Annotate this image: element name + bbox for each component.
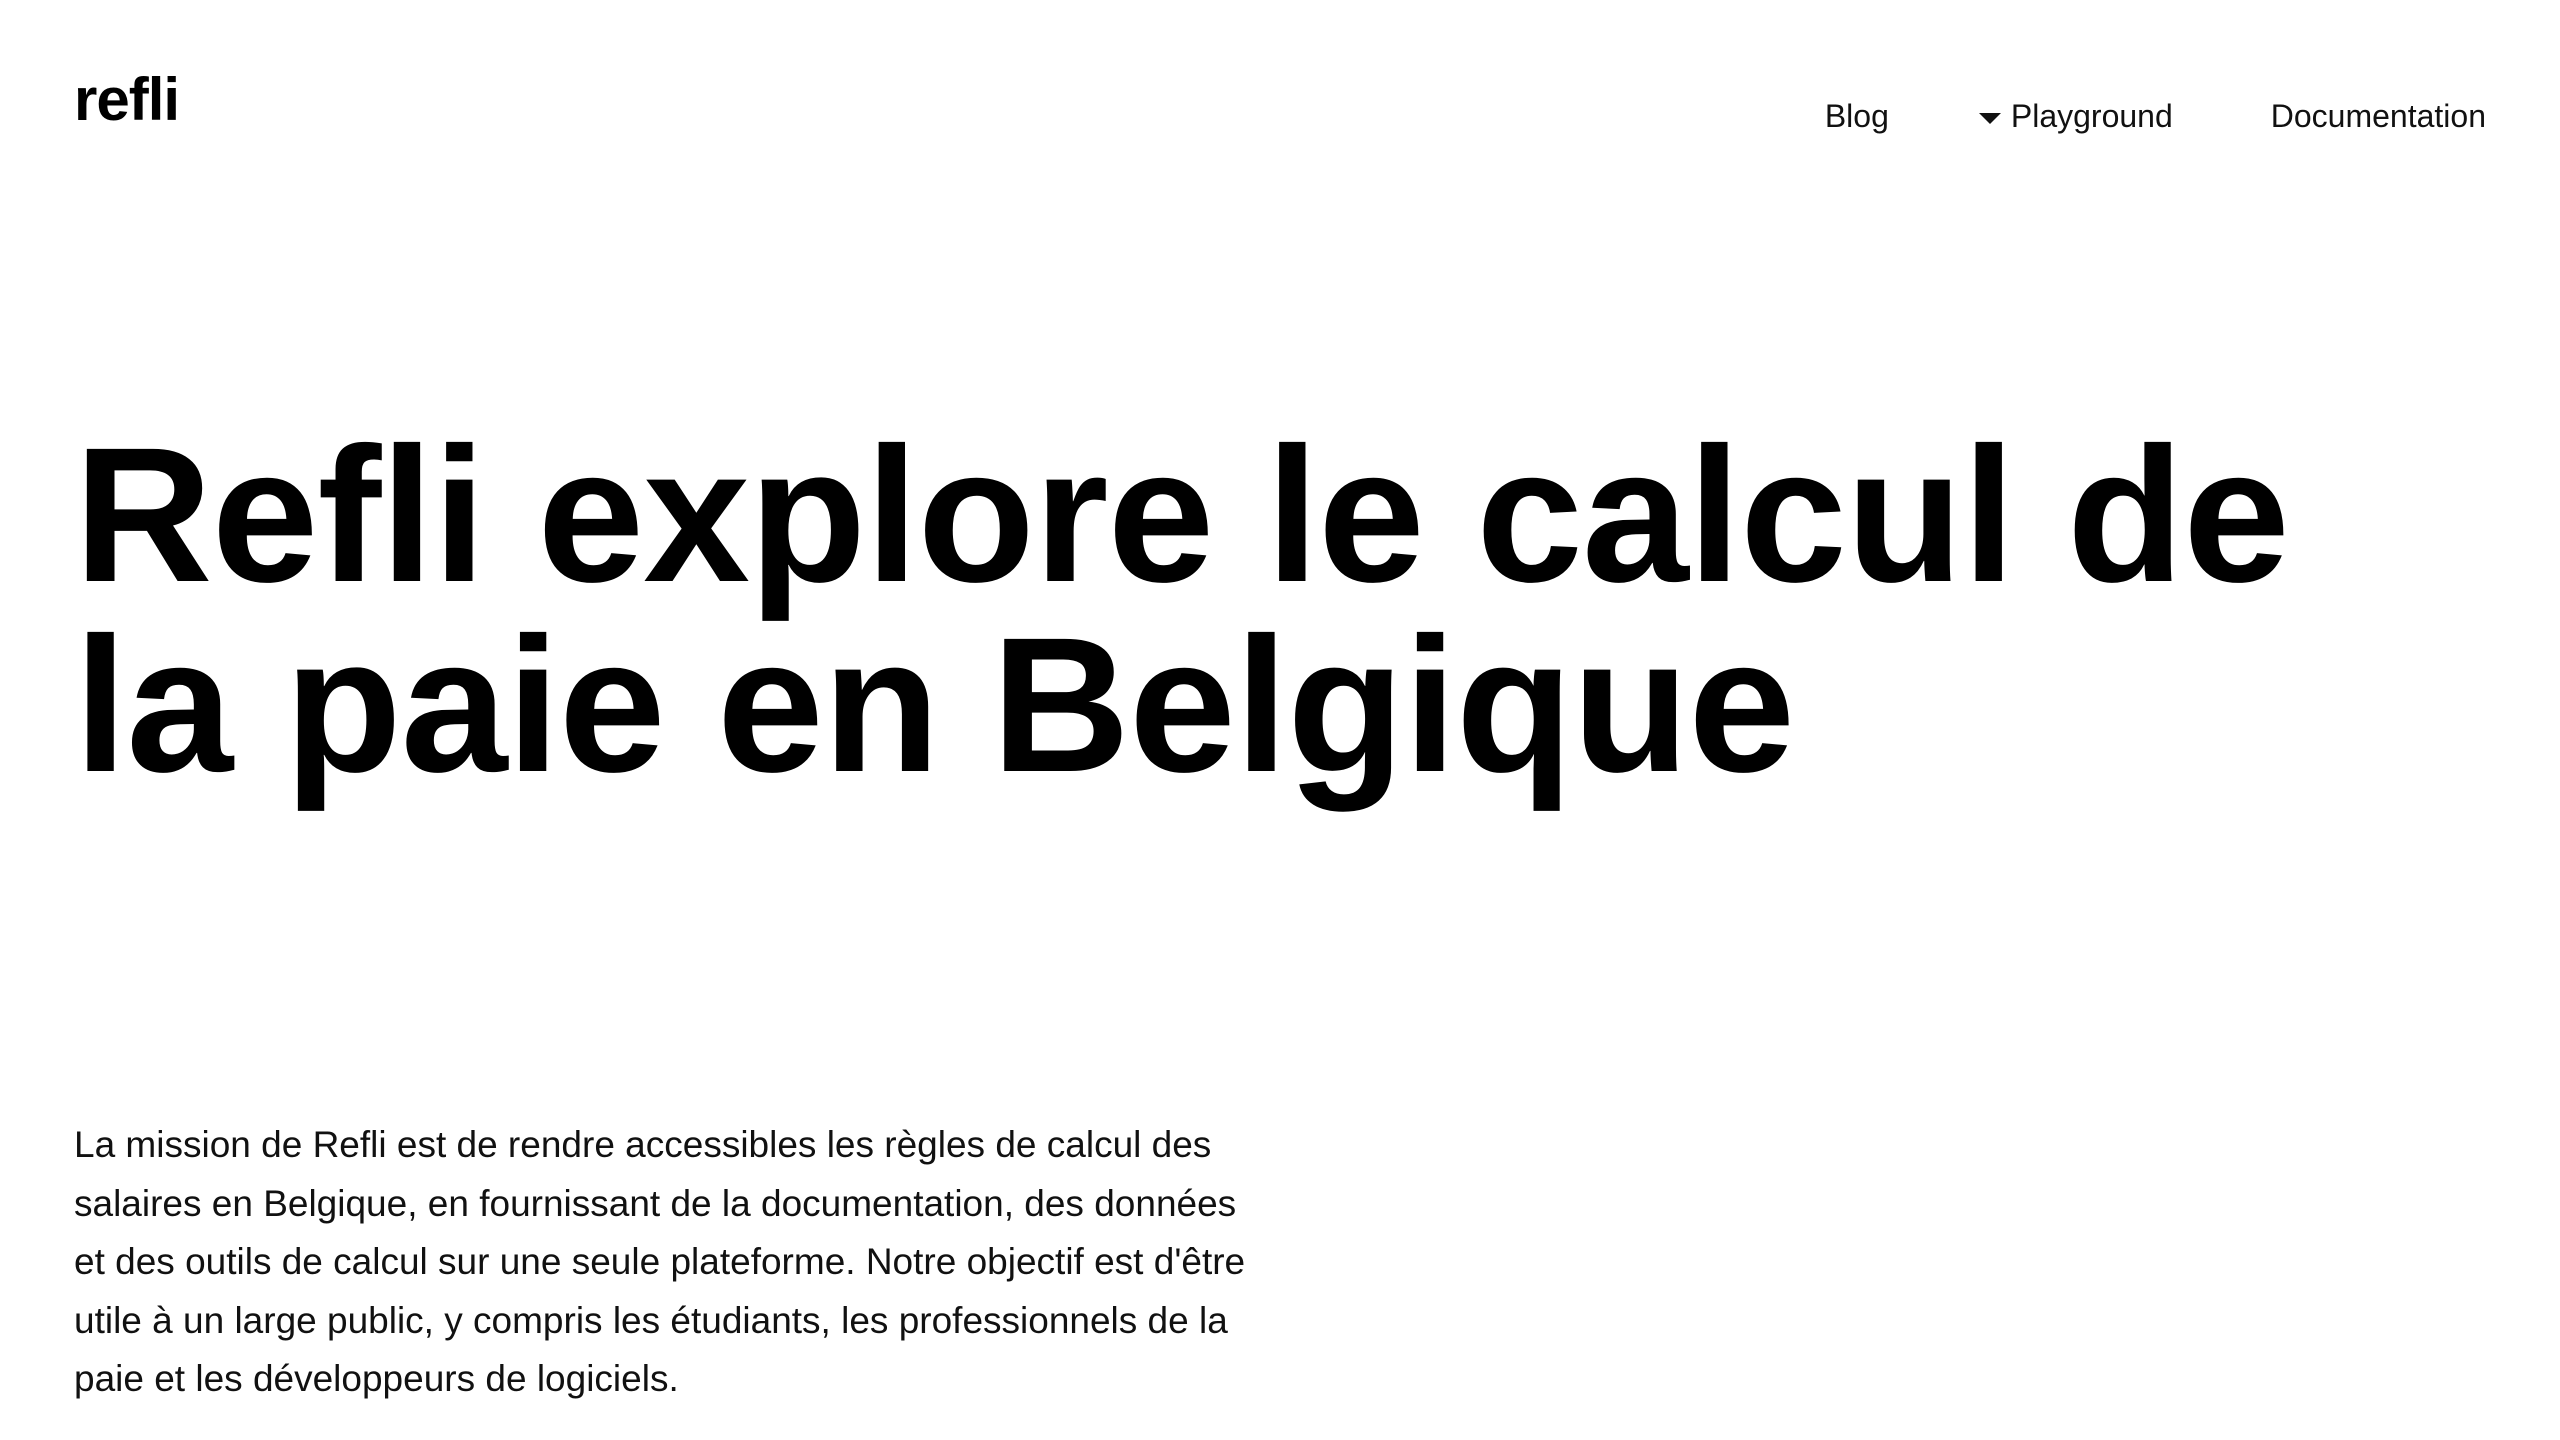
caret-down-icon (1978, 112, 2001, 124)
logo[interactable]: refli (74, 70, 180, 130)
site-header: refli Blog Playground Documentation (0, 0, 2560, 230)
nav-dropdown-playground[interactable]: Playground (1978, 96, 2173, 136)
nav-link-blog[interactable]: Blog (1825, 96, 1889, 136)
hero-title: Refli explore le calcul de la paie en Be… (74, 407, 2290, 812)
mission-text: La mission de Refli est de rendre access… (74, 1124, 1246, 1399)
nav-link-documentation[interactable]: Documentation (2271, 96, 2486, 136)
main-nav: Blog Playground Documentation (1825, 96, 2486, 136)
nav-link-playground-label: Playground (2010, 98, 2173, 134)
